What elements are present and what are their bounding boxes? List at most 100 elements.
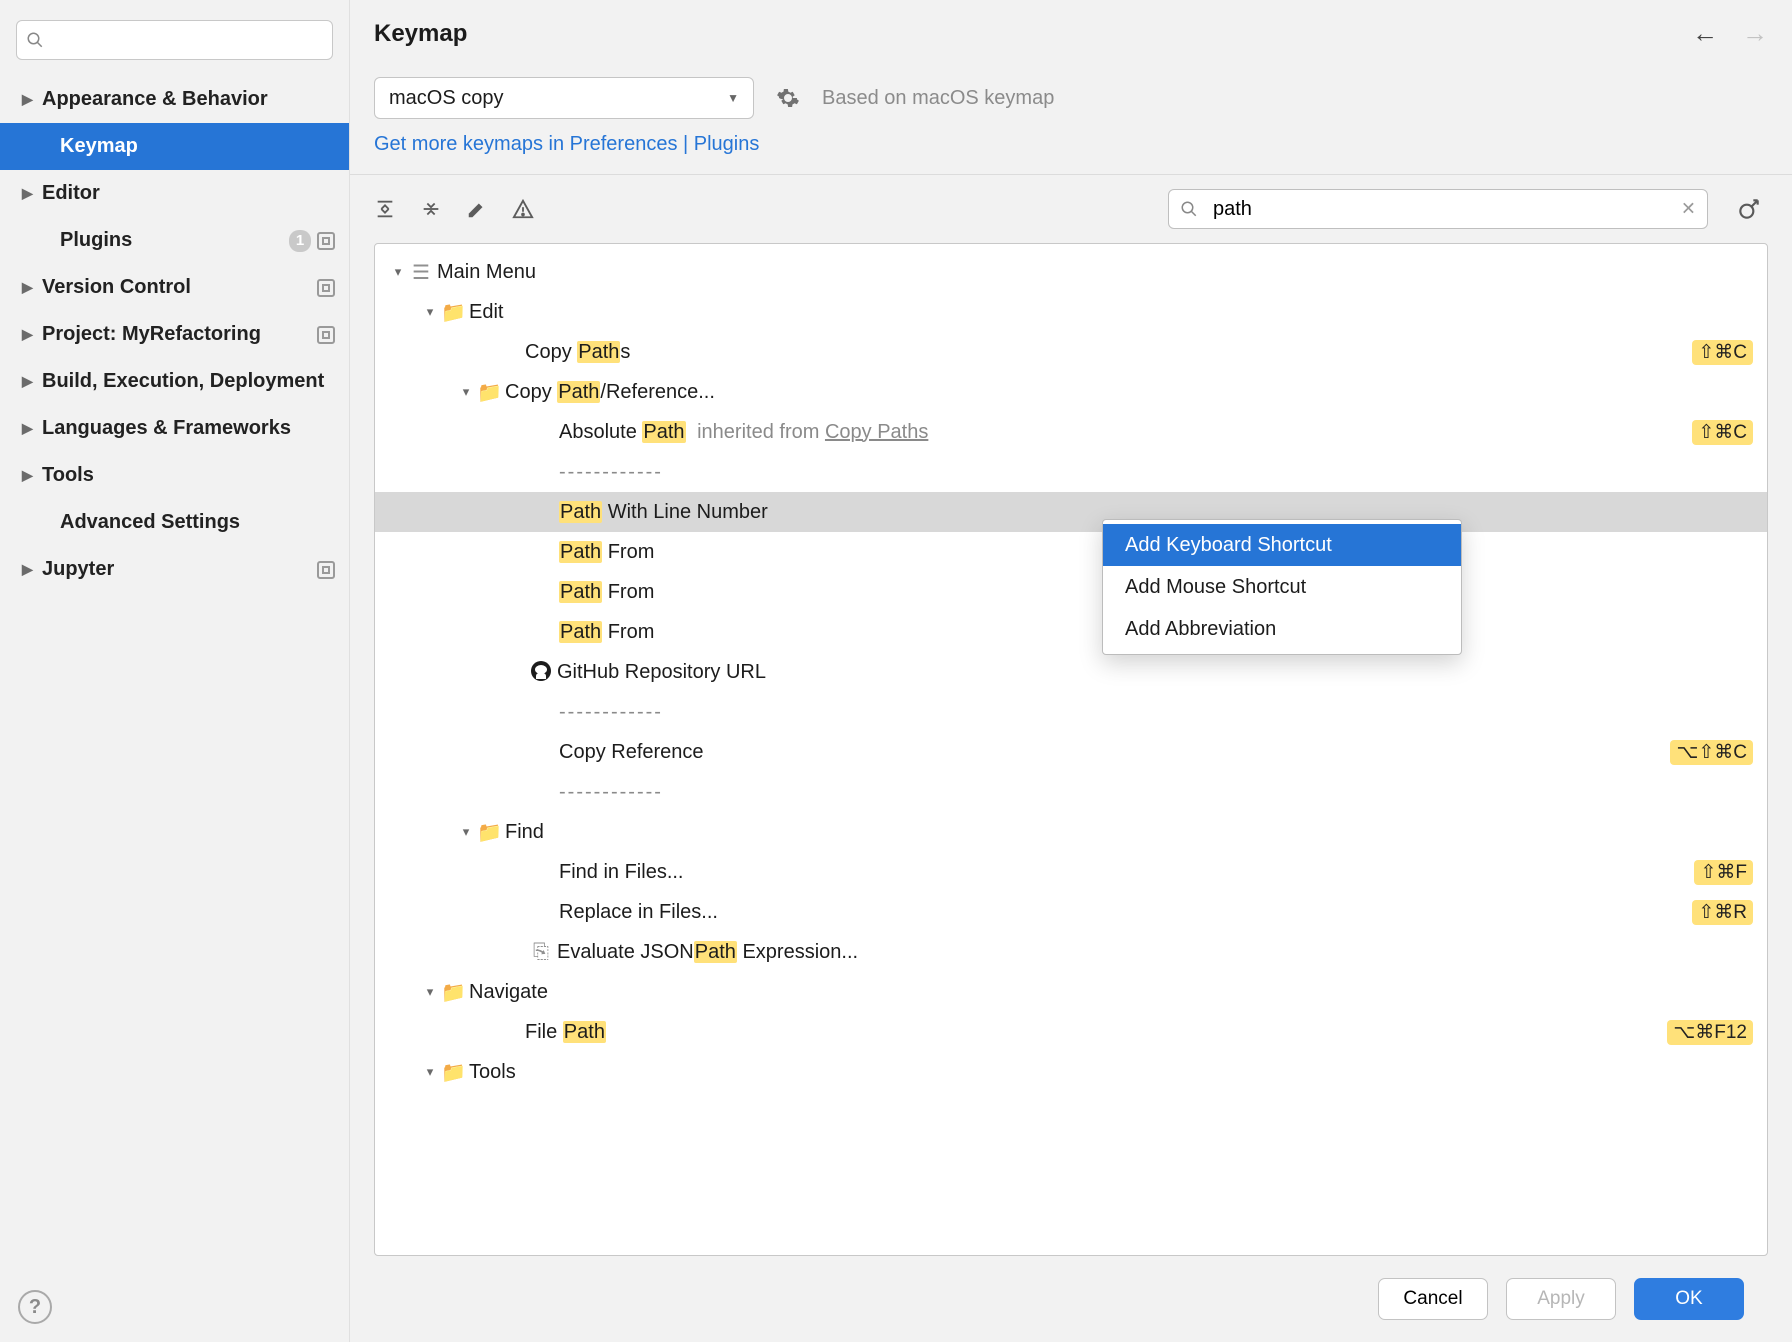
find-by-shortcut-icon[interactable] [1730, 196, 1768, 222]
sidebar-item-label: Version Control [42, 276, 311, 299]
chevron-right-icon: ▶ [22, 326, 42, 343]
tree-label: Find [505, 821, 1753, 844]
chevron-right-icon: ▶ [22, 91, 42, 108]
tree-node-tools[interactable]: ▾ 📁 Tools [375, 1052, 1767, 1092]
tree-leaf-path-from-3[interactable]: Path From [375, 612, 1767, 652]
tree-leaf-file-path[interactable]: File Path ⌥⌘F12 [375, 1012, 1767, 1052]
tree-leaf-find-in-files[interactable]: Find in Files... ⇧⌘F [375, 852, 1767, 892]
ok-button[interactable]: OK [1634, 1278, 1744, 1320]
tree-label: Tools [469, 1061, 1753, 1084]
project-scope-icon [317, 561, 335, 579]
tree-node-copy-path-ref[interactable]: ▾ 📁 Copy Path/Reference... [375, 372, 1767, 412]
sidebar-item-editor[interactable]: ▶ Editor [0, 170, 349, 217]
tree-leaf-replace-in-files[interactable]: Replace in Files... ⇧⌘R [375, 892, 1767, 932]
dialog-footer: Cancel Apply OK [374, 1256, 1768, 1342]
context-menu: Add Keyboard Shortcut Add Mouse Shortcut… [1102, 519, 1462, 655]
chevron-down-icon: ▾ [419, 304, 441, 320]
update-badge: 1 [289, 230, 311, 252]
tree-leaf-absolute-path[interactable]: Absolute Path inherited from Copy Paths … [375, 412, 1767, 452]
ctx-add-mouse-shortcut[interactable]: Add Mouse Shortcut [1103, 566, 1461, 608]
tree-node-edit[interactable]: ▾ 📁 Edit [375, 292, 1767, 332]
edit-icon[interactable] [466, 198, 488, 220]
ctx-add-abbreviation[interactable]: Add Abbreviation [1103, 608, 1461, 650]
separator-label: ------------ [559, 701, 1753, 724]
separator-label: ------------ [559, 781, 1753, 804]
tree-label: Edit [469, 301, 1753, 324]
sidebar-item-keymap[interactable]: Keymap [0, 123, 349, 170]
sidebar-item-appearance[interactable]: ▶ Appearance & Behavior [0, 76, 349, 123]
tree-leaf-copy-reference[interactable]: Copy Reference ⌥⇧⌘C [375, 732, 1767, 772]
sidebar-item-project[interactable]: ▶ Project: MyRefactoring [0, 311, 349, 358]
keymap-toolbar: ✕ [374, 175, 1768, 243]
tree-node-main-menu[interactable]: ▾ ☰ Main Menu [375, 252, 1767, 292]
sidebar-item-plugins[interactable]: Plugins 1 [0, 217, 349, 264]
sidebar-item-tools[interactable]: ▶ Tools [0, 452, 349, 499]
sidebar-search-input[interactable] [16, 20, 333, 60]
apply-button: Apply [1506, 1278, 1616, 1320]
search-icon [1180, 200, 1198, 218]
sidebar-search [16, 20, 333, 60]
chevron-right-icon: ▶ [22, 279, 42, 296]
tree-separator: ------------ [375, 692, 1767, 732]
chevron-down-icon: ▼ [727, 91, 739, 105]
tree-label: Find in Files... [559, 861, 1694, 884]
nav-back-icon[interactable]: ← [1692, 18, 1718, 49]
keymap-select[interactable]: macOS copy ▼ [374, 77, 754, 119]
tree-node-find[interactable]: ▾ 📁 Find [375, 812, 1767, 852]
chevron-down-icon: ▾ [419, 1064, 441, 1080]
tree-separator: ------------ [375, 452, 1767, 492]
chevron-down-icon: ▾ [387, 264, 409, 280]
tree-label: Copy Reference [559, 741, 1670, 764]
chevron-down-icon: ▾ [419, 984, 441, 1000]
separator-label: ------------ [559, 461, 1753, 484]
action-tree: ▾ ☰ Main Menu ▾ 📁 Edit Copy Paths ⇧⌘C [374, 243, 1768, 1256]
folder-icon: 📁 [477, 820, 501, 845]
tree-leaf-path-from-1[interactable]: Path From [375, 532, 1767, 572]
chevron-right-icon: ▶ [22, 373, 42, 390]
tree-leaf-evaluate-jsonpath[interactable]: ⎘ Evaluate JSONPath Expression... [375, 932, 1767, 972]
sidebar-item-jupyter[interactable]: ▶ Jupyter [0, 546, 349, 593]
nav-forward-icon: → [1742, 18, 1768, 49]
based-on-label: Based on macOS keymap [822, 87, 1054, 110]
clear-icon[interactable]: ✕ [1681, 199, 1696, 220]
tree-leaf-copy-paths[interactable]: Copy Paths ⇧⌘C [375, 332, 1767, 372]
tree-label: Absolute Path inherited from Copy Paths [559, 421, 1692, 444]
tree-leaf-github-url[interactable]: GitHub Repository URL [375, 652, 1767, 692]
cancel-button[interactable]: Cancel [1378, 1278, 1488, 1320]
sidebar-item-label: Jupyter [42, 558, 311, 581]
expand-all-icon[interactable] [374, 198, 396, 220]
tree-label: Evaluate JSONPath Expression... [557, 941, 1753, 964]
action-search-input[interactable] [1168, 189, 1708, 229]
sidebar-item-label: Keymap [60, 135, 335, 158]
tree-label: Main Menu [437, 261, 1753, 284]
chevron-down-icon: ▾ [455, 384, 477, 400]
chevron-right-icon: ▶ [22, 185, 42, 202]
tree-leaf-path-with-line[interactable]: Path With Line Number [375, 492, 1767, 532]
folder-icon: 📁 [477, 380, 501, 405]
sidebar-item-languages[interactable]: ▶ Languages & Frameworks [0, 405, 349, 452]
chevron-right-icon: ▶ [22, 420, 42, 437]
sidebar-item-label: Tools [42, 464, 335, 487]
sidebar-item-label: Appearance & Behavior [42, 88, 335, 111]
tree-label: GitHub Repository URL [557, 661, 1753, 684]
ctx-add-keyboard-shortcut[interactable]: Add Keyboard Shortcut [1103, 524, 1461, 566]
json-icon: ⎘ [529, 941, 553, 964]
sidebar-item-advanced[interactable]: Advanced Settings [0, 499, 349, 546]
github-icon [529, 661, 553, 684]
project-scope-icon [317, 279, 335, 297]
sidebar-item-build[interactable]: ▶ Build, Execution, Deployment [0, 358, 349, 405]
page-title: Keymap [374, 20, 1692, 48]
tree-label: Replace in Files... [559, 901, 1692, 924]
help-icon[interactable]: ? [18, 1290, 52, 1324]
warning-icon[interactable] [512, 198, 534, 220]
collapse-all-icon[interactable] [420, 198, 442, 220]
more-keymaps-link[interactable]: Get more keymaps in Preferences | Plugin… [374, 133, 759, 155]
tree-label: Copy Path/Reference... [505, 381, 1753, 404]
sidebar-item-label: Plugins [60, 229, 283, 252]
tree-node-navigate[interactable]: ▾ 📁 Navigate [375, 972, 1767, 1012]
chevron-right-icon: ▶ [22, 467, 42, 484]
gear-icon[interactable] [776, 86, 800, 110]
chevron-right-icon: ▶ [22, 561, 42, 578]
sidebar-item-version-control[interactable]: ▶ Version Control [0, 264, 349, 311]
tree-leaf-path-from-2[interactable]: Path From [375, 572, 1767, 612]
